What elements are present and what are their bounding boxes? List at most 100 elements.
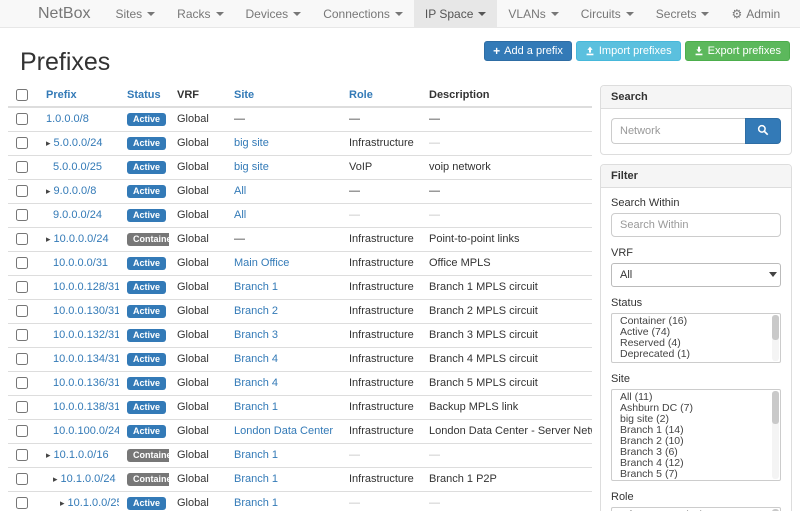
status-badge: Active — [127, 305, 166, 318]
prefix-link[interactable]: 5.0.0.0/25 — [53, 161, 102, 173]
site-cell-link[interactable]: Branch 1 — [234, 281, 278, 293]
site-cell: Branch 4 — [226, 372, 341, 396]
site-cell-link[interactable]: Branch 4 — [234, 377, 278, 389]
prefix-link[interactable]: 10.1.0.0/16 — [54, 449, 109, 461]
row-checkbox[interactable] — [16, 497, 28, 509]
prefix-link[interactable]: 10.0.0.132/31 — [53, 329, 119, 341]
role-cell: Infrastructure — [341, 300, 421, 324]
site-cell-link[interactable]: Main Office — [234, 257, 289, 269]
prefix-cell: 10.0.0.0/31 — [38, 252, 119, 276]
site-listbox: All (11)Ashburn DC (7)big site (2)Branch… — [611, 389, 781, 481]
site-cell-link[interactable]: big site — [234, 161, 269, 173]
select-all-checkbox[interactable] — [16, 89, 28, 101]
prefix-link[interactable]: 1.0.0.0/8 — [46, 113, 89, 125]
expand-arrow-icon[interactable]: ▸ — [46, 234, 51, 244]
table-row: 10.0.0.136/31ActiveGlobalBranch 4Infrast… — [8, 372, 592, 396]
nav-item-racks[interactable]: Racks — [166, 0, 234, 27]
nav-item-secrets[interactable]: Secrets — [645, 0, 721, 27]
site-cell-link[interactable]: Branch 3 — [234, 329, 278, 341]
prefix-link[interactable]: 5.0.0.0/24 — [54, 137, 103, 149]
nav-item-vlans[interactable]: VLANs — [497, 0, 569, 27]
row-checkbox[interactable] — [16, 257, 28, 269]
row-checkbox[interactable] — [16, 113, 28, 125]
description-cell: — — [421, 132, 592, 156]
description-cell: Branch 1 P2P — [421, 468, 592, 492]
row-checkbox[interactable] — [16, 209, 28, 221]
add-a-prefix-button[interactable]: +Add a prefix — [484, 41, 572, 61]
nav-item-sites[interactable]: Sites — [104, 0, 166, 27]
row-checkbox[interactable] — [16, 377, 28, 389]
sort-link-role[interactable]: Role — [349, 89, 373, 101]
vrf-cell: Global — [169, 348, 226, 372]
listbox-option[interactable]: Deprecated (1) — [612, 349, 780, 360]
site-cell-link[interactable]: Branch 2 — [234, 305, 278, 317]
listbox-option[interactable]: COLO-1-24 (3) — [612, 480, 780, 481]
table-row: 10.0.0.128/31ActiveGlobalBranch 1Infrast… — [8, 276, 592, 300]
nav-item-profile[interactable]: Profile — [791, 0, 800, 27]
prefix-link[interactable]: 9.0.0.0/8 — [54, 185, 97, 197]
sort-link-status[interactable]: Status — [127, 89, 161, 101]
expand-arrow-icon[interactable]: ▸ — [53, 474, 58, 484]
expand-arrow-icon[interactable]: ▸ — [46, 450, 51, 460]
sort-link-site[interactable]: Site — [234, 89, 254, 101]
role-cell: Infrastructure — [341, 228, 421, 252]
search-within-input[interactable] — [611, 213, 781, 237]
nav-item-admin[interactable]: ⚙Admin — [720, 0, 791, 27]
row-checkbox[interactable] — [16, 449, 28, 461]
brand-logo[interactable]: NetBox — [38, 0, 90, 27]
nav-item-ip-space[interactable]: IP Space — [414, 0, 497, 27]
row-checkbox[interactable] — [16, 281, 28, 293]
nav-item-devices[interactable]: Devices — [235, 0, 313, 27]
site-cell-link[interactable]: Branch 1 — [234, 401, 278, 413]
table-row: 1.0.0.0/8ActiveGlobal——— — [8, 107, 592, 132]
sort-link-prefix[interactable]: Prefix — [46, 89, 77, 101]
vrf-cell: Global — [169, 204, 226, 228]
row-checkbox[interactable] — [16, 233, 28, 245]
site-cell-link[interactable]: Branch 1 — [234, 473, 278, 485]
scrollbar-thumb[interactable] — [772, 391, 779, 424]
row-checkbox[interactable] — [16, 353, 28, 365]
search-input[interactable] — [611, 118, 745, 144]
row-checkbox[interactable] — [16, 185, 28, 197]
row-checkbox[interactable] — [16, 329, 28, 341]
prefix-link[interactable]: 10.1.0.0/24 — [61, 473, 116, 485]
role-cell: Infrastructure — [341, 276, 421, 300]
role-cell: Infrastructure — [341, 372, 421, 396]
import-prefixes-button[interactable]: Import prefixes — [576, 41, 681, 61]
prefix-link[interactable]: 10.1.0.0/25 — [68, 497, 119, 509]
row-checkbox[interactable] — [16, 305, 28, 317]
site-cell-link[interactable]: London Data Center — [234, 425, 333, 437]
vrf-cell: Global — [169, 492, 226, 511]
prefix-link[interactable]: 10.0.0.0/24 — [54, 233, 109, 245]
prefix-link[interactable]: 9.0.0.0/24 — [53, 209, 102, 221]
site-cell-link[interactable]: big site — [234, 137, 269, 149]
expand-arrow-icon[interactable]: ▸ — [60, 498, 65, 508]
site-cell-link[interactable]: Branch 4 — [234, 353, 278, 365]
prefix-link[interactable]: 10.0.0.134/31 — [53, 353, 119, 365]
nav-item-circuits[interactable]: Circuits — [570, 0, 645, 27]
export-prefixes-button[interactable]: Export prefixes — [685, 41, 790, 61]
expand-arrow-icon[interactable]: ▸ — [46, 138, 51, 148]
prefix-link[interactable]: 10.0.0.138/31 — [53, 401, 119, 413]
site-cell-link[interactable]: All — [234, 185, 246, 197]
vrf-select[interactable]: All — [611, 263, 781, 287]
row-checkbox[interactable] — [16, 137, 28, 149]
scrollbar-thumb[interactable] — [772, 315, 779, 340]
row-checkbox[interactable] — [16, 473, 28, 485]
search-button[interactable] — [745, 118, 781, 144]
prefix-link[interactable]: 10.0.100.0/24 — [53, 425, 119, 437]
prefix-link[interactable]: 10.0.0.130/31 — [53, 305, 119, 317]
row-checkbox[interactable] — [16, 425, 28, 437]
vrf-cell: Global — [169, 396, 226, 420]
prefix-link[interactable]: 10.0.0.128/31 — [53, 281, 119, 293]
site-cell-link[interactable]: Branch 1 — [234, 497, 278, 509]
nav-item-connections[interactable]: Connections — [312, 0, 414, 27]
prefix-link[interactable]: 10.0.0.136/31 — [53, 377, 119, 389]
vrf-cell: Global — [169, 156, 226, 180]
expand-arrow-icon[interactable]: ▸ — [46, 186, 51, 196]
row-checkbox[interactable] — [16, 161, 28, 173]
row-checkbox[interactable] — [16, 401, 28, 413]
prefix-link[interactable]: 10.0.0.0/31 — [53, 257, 108, 269]
site-cell-link[interactable]: Branch 1 — [234, 449, 278, 461]
site-cell-link[interactable]: All — [234, 209, 246, 221]
